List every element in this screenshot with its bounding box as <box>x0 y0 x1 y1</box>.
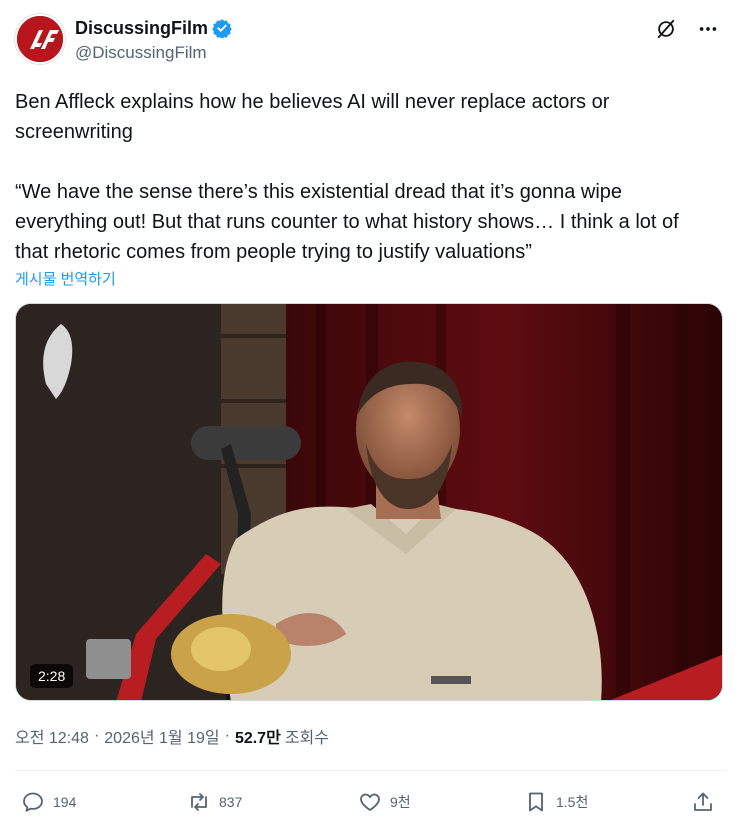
repost-button[interactable]: 837 <box>187 786 242 818</box>
meta-separator: · <box>93 727 100 744</box>
bookmark-button[interactable]: 1.5천 <box>524 786 588 818</box>
post-time[interactable]: 오전 12:48 <box>15 724 89 748</box>
post-header: DiscussingFilm @DiscussingFilm <box>15 14 727 68</box>
post-text: Ben Affleck explains how he believes AI … <box>15 91 679 263</box>
like-button[interactable]: 9천 <box>358 786 411 818</box>
post-date[interactable]: 2026년 1월 19일 <box>104 724 219 748</box>
display-name[interactable]: DiscussingFilm <box>75 18 208 39</box>
reply-button[interactable]: 194 <box>21 786 76 818</box>
bookmark-count: 1.5천 <box>556 794 589 810</box>
header-actions <box>655 18 719 40</box>
reply-icon <box>23 792 43 812</box>
heart-icon <box>360 793 380 811</box>
video-thumbnail <box>16 304 722 700</box>
repost-count: 837 <box>219 794 243 810</box>
more-icon[interactable] <box>697 18 719 40</box>
avatar[interactable] <box>15 14 65 64</box>
like-count: 9천 <box>390 794 411 810</box>
repost-icon <box>191 793 207 811</box>
post-meta: 오전 12:48 · 2026년 1월 19일 · 52.7만 조회수 <box>15 724 329 748</box>
views-label: 조회수 <box>284 730 329 747</box>
views-count[interactable]: 52.7만 <box>235 724 281 748</box>
bookmark-icon <box>529 792 543 812</box>
handle[interactable]: @DiscussingFilm <box>75 43 232 63</box>
discussingfilm-logo-icon <box>17 16 63 62</box>
video-duration: 2:28 <box>30 664 74 688</box>
video-player[interactable] <box>15 303 723 701</box>
verified-badge-icon[interactable] <box>212 18 232 39</box>
share-button[interactable] <box>691 786 723 818</box>
translate-post-link[interactable]: 게시물 번역하기 <box>15 268 116 289</box>
reply-count: 194 <box>53 794 77 810</box>
account-names: DiscussingFilm @DiscussingFilm <box>75 16 232 63</box>
action-bar: 194 837 9천 1.5천 <box>15 786 727 818</box>
grok-icon[interactable] <box>655 18 677 40</box>
divider <box>15 770 727 771</box>
meta-separator: · <box>224 727 230 744</box>
share-icon <box>694 792 712 811</box>
